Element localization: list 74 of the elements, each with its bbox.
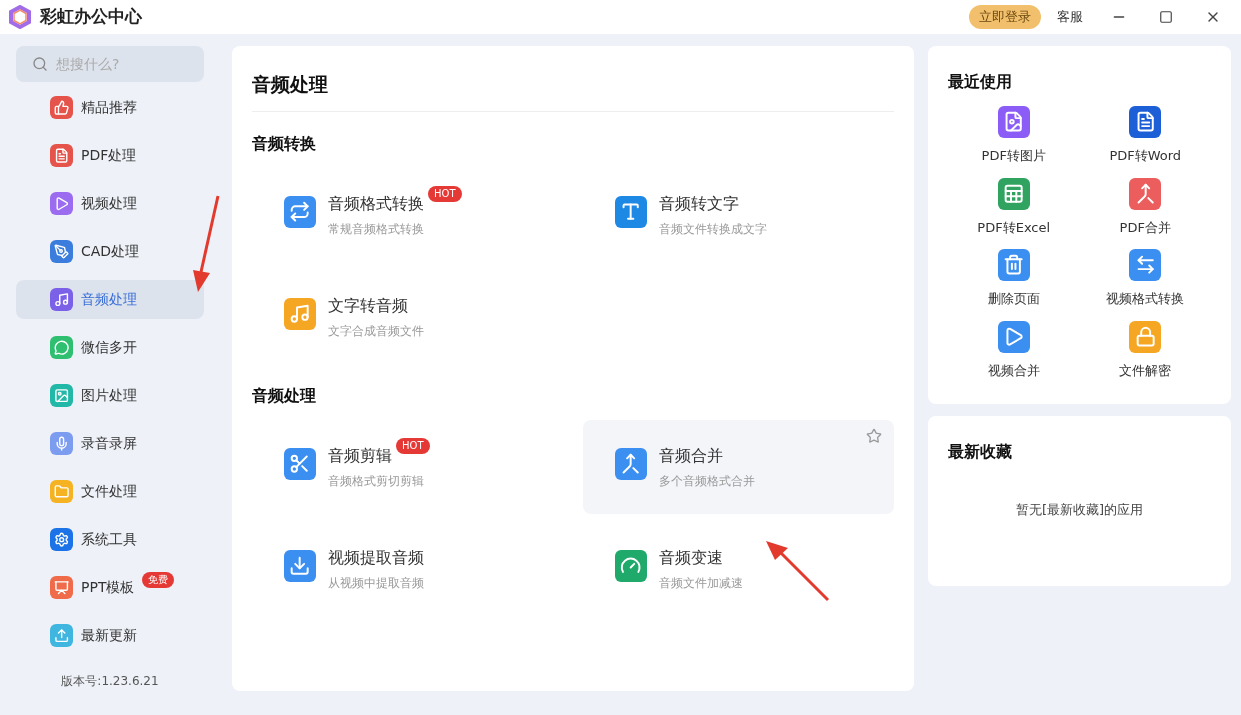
recent-app[interactable]: PDF合并	[1079, 177, 1211, 237]
panel-title: 最新收藏	[948, 441, 1013, 463]
tool-name: 音频剪辑	[328, 444, 392, 467]
sidebar-item[interactable]: PPT模板 免费	[16, 568, 204, 607]
app-icon	[1129, 249, 1162, 281]
recent-app[interactable]: 视频格式转换	[1079, 249, 1211, 309]
tool-card[interactable]: 音频合并 多个音频格式合并	[583, 419, 894, 514]
sidebar-item[interactable]: 音频处理	[16, 280, 204, 319]
version-label: 版本号:1.23.6.21	[60, 673, 160, 690]
category-icon	[50, 288, 73, 311]
sidebar-item[interactable]: 最新更新	[16, 616, 204, 655]
sidebar-item[interactable]: 录音录屏	[16, 424, 204, 463]
app-icon	[1129, 106, 1162, 138]
logo-icon	[8, 5, 32, 29]
app-icon	[1129, 320, 1162, 353]
category-icon	[50, 144, 73, 167]
app-icon	[997, 249, 1030, 281]
hot-badge: HOT	[428, 185, 462, 202]
recent-app[interactable]: 视频合并	[948, 320, 1080, 380]
tool-description: 常规音频格式转换	[328, 220, 425, 238]
tool-name: 音频变速	[659, 546, 723, 569]
page-title: 音频处理	[252, 70, 894, 112]
category-icon	[50, 240, 73, 263]
tool-name: 视频提取音频	[328, 546, 424, 569]
tool-description: 多个音频格式合并	[659, 472, 755, 490]
login-button[interactable]: 立即登录	[969, 5, 1041, 29]
tool-name: 音频格式转换	[328, 192, 424, 215]
tool-description: 音频格式剪切剪辑	[328, 472, 425, 490]
recent-app[interactable]: PDF转Excel	[948, 177, 1080, 237]
sidebar-item[interactable]: 视频处理	[16, 184, 204, 223]
category-icon	[50, 336, 73, 359]
tool-description: 从视频中提取音频	[328, 574, 424, 592]
sidebar-item[interactable]: 系统工具	[16, 520, 204, 559]
tool-name: 音频转文字	[659, 192, 739, 215]
sidebar-item[interactable]: 图片处理	[16, 376, 204, 415]
star-icon[interactable]	[866, 427, 882, 444]
tool-description: 音频文件转换成文字	[659, 220, 767, 238]
section-title: 音频转换	[252, 132, 317, 155]
app-icon	[1129, 177, 1162, 210]
panel-title: 最近使用	[948, 72, 1012, 91]
section-title: 音频处理	[252, 384, 317, 407]
sidebar-item[interactable]: 微信多开	[16, 328, 204, 367]
tool-description: 文字合成音频文件	[328, 322, 424, 340]
category-icon	[50, 384, 73, 407]
customer-service-link[interactable]: 客服	[1049, 7, 1091, 27]
sidebar-item[interactable]: 精品推荐	[16, 88, 204, 127]
sidebar-item[interactable]: 文件处理	[16, 472, 204, 511]
recent-app[interactable]: 文件解密	[1079, 320, 1211, 380]
category-icon	[50, 192, 73, 215]
recent-app[interactable]: 删除页面	[948, 249, 1080, 309]
free-badge: 免费	[142, 571, 175, 588]
empty-message: 暂无[最新收藏]的应用	[1014, 501, 1145, 519]
tool-description: 音频文件加减速	[659, 574, 743, 592]
annotation-arrow	[766, 541, 830, 602]
recent-app[interactable]: PDF转图片	[948, 106, 1080, 166]
category-icon	[50, 432, 73, 455]
category-icon	[50, 576, 73, 599]
category-icon	[50, 96, 73, 119]
app-title: 彩虹办公中心	[40, 5, 142, 29]
search-icon	[32, 56, 48, 72]
app-icon	[997, 177, 1030, 210]
search-field[interactable]: 想搜什么?	[16, 46, 204, 82]
app-icon	[997, 320, 1030, 353]
tool-name: 音频合并	[659, 444, 723, 467]
sidebar-item[interactable]: PDF处理	[16, 136, 204, 175]
category-icon	[50, 480, 73, 503]
hot-badge: HOT	[396, 437, 430, 454]
category-icon	[50, 624, 73, 647]
tool-name: 文字转音频	[328, 294, 408, 317]
recent-app[interactable]: PDF转Word	[1079, 106, 1211, 166]
category-icon	[50, 528, 73, 551]
app-icon	[997, 106, 1030, 138]
sidebar-item[interactable]: CAD处理	[16, 232, 204, 271]
maximize-icon[interactable]	[1159, 10, 1173, 24]
